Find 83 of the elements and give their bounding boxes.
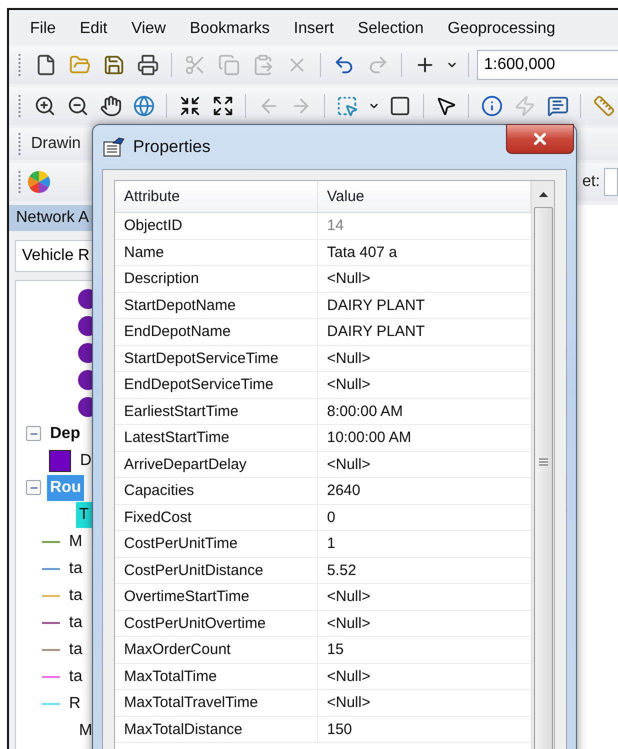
value-cell-text: 1 (326, 534, 336, 554)
attribute-cell: MaxTotalTravelTime (115, 690, 318, 716)
value-cell-text: <Null> (326, 693, 372, 714)
zoom-in-arrows-icon[interactable] (178, 95, 201, 117)
value-cell-text: 8:00:00 AM (326, 402, 404, 422)
value-cell-text: 0 (326, 508, 336, 528)
attribute-cell: ArriveDepartDelay (115, 452, 318, 477)
menu-item[interactable]: Selection (358, 20, 424, 38)
value-cell-text: 10:00:00 AM (326, 428, 412, 448)
field-heading-label[interactable]: T (76, 502, 92, 528)
grip-icon (538, 458, 548, 466)
attribute-cell: EndDepotServiceTime (115, 372, 318, 398)
attribute-cell: OvertimeStartTime (115, 584, 318, 610)
scrollbar[interactable] (531, 181, 554, 749)
value-cell-text: <Null> (326, 587, 372, 608)
globe-icon[interactable] (132, 95, 155, 117)
close-icon[interactable] (531, 130, 549, 148)
value-cell-text: 14 (326, 216, 345, 236)
value-cell-text: <Null> (326, 454, 372, 475)
toolbar-label: et: (582, 173, 600, 191)
attribute-cell: ObjectID (115, 213, 318, 238)
attribute-cell: StartDepotName (115, 292, 318, 318)
info-icon[interactable] (480, 95, 503, 117)
attribute-cell: MaxTotalDistance (115, 716, 318, 742)
menu-item[interactable]: Bookmarks (190, 20, 270, 38)
zoom-out-icon[interactable] (67, 95, 90, 117)
attribute-cell: Description (115, 266, 318, 292)
scale-field[interactable]: 1:600,000 (477, 50, 618, 80)
field-heading-label[interactable]: M (76, 718, 96, 744)
value-cell-text: <Null> (326, 269, 372, 290)
symbol-label[interactable]: ta (66, 636, 86, 662)
ruler-icon[interactable] (592, 95, 614, 117)
value-cell-text: <Null> (326, 375, 372, 396)
pointer-icon[interactable] (435, 95, 458, 117)
attribute-cell: CostPerUnitTime (115, 531, 318, 556)
properties-icon (103, 137, 125, 157)
menu-item[interactable]: File (30, 20, 56, 38)
value-cell-text: 15 (326, 640, 345, 660)
attribute-cell: Name (115, 240, 318, 265)
attribute-cell: CostPerUnitDistance (115, 558, 318, 583)
value-cell-text: 5.52 (326, 560, 358, 581)
value-cell-text: 2640 (326, 481, 362, 502)
hand-icon[interactable] (100, 95, 122, 117)
close-button[interactable] (506, 124, 574, 154)
attribute-cell: LatestStartTime (115, 425, 318, 450)
popup-icon[interactable] (546, 95, 569, 117)
toolbar-title: Drawin (31, 135, 81, 153)
attribute-cell: CostPerUnitOvertime (115, 610, 318, 636)
symbol-label[interactable]: ta (66, 664, 86, 690)
value-cell-text: <Null> (326, 614, 372, 634)
attribute-cell: Capacities (115, 478, 318, 504)
symbol-label[interactable]: D (77, 448, 95, 474)
symbol-label[interactable]: ta (66, 610, 86, 636)
value-cell-text: 150 (326, 720, 354, 740)
value-cell-text: DAIRY PLANT (326, 296, 426, 316)
value-cell-text: <Null> (326, 348, 372, 369)
layer-group-label[interactable]: Dep (47, 420, 84, 446)
attribute-cell: EndDepotName (115, 319, 318, 344)
attribute-cell: FixedCost (115, 504, 318, 530)
toolbar-field[interactable] (604, 168, 618, 196)
attribute-cell: EarliestStartTime (115, 398, 318, 424)
symbol-label[interactable]: ta (66, 582, 86, 608)
scroll-up-icon[interactable] (538, 192, 548, 196)
dialog-title: Properties (133, 137, 210, 157)
color-wheel-icon[interactable] (27, 170, 51, 194)
zoom-out-arrows-icon[interactable] (212, 95, 234, 117)
menu-item[interactable]: Insert (294, 20, 334, 38)
value-cell-text: <Null> (326, 666, 372, 687)
clear-selection-icon[interactable] (389, 95, 412, 117)
symbol-label[interactable]: M (66, 528, 86, 554)
value-cell-text: DAIRY PLANT (326, 322, 426, 342)
value-cell-text: Tata 407 a (326, 242, 398, 263)
column-header[interactable]: Attribute (115, 181, 318, 212)
symbol-label[interactable]: ta (66, 556, 86, 582)
symbol-label[interactable]: R (66, 690, 84, 716)
select-features-icon[interactable] (336, 95, 358, 117)
attribute-cell: MaxTotalTime (115, 664, 318, 689)
attribute-cell: MaxOrderCount (115, 637, 318, 662)
menu-item[interactable]: View (131, 20, 166, 38)
menu-item[interactable]: Geoprocessing (448, 20, 556, 38)
zoom-in-icon[interactable] (34, 95, 56, 117)
attribute-cell: StartDepotServiceTime (115, 346, 318, 371)
menu-item[interactable]: Edit (80, 20, 108, 38)
